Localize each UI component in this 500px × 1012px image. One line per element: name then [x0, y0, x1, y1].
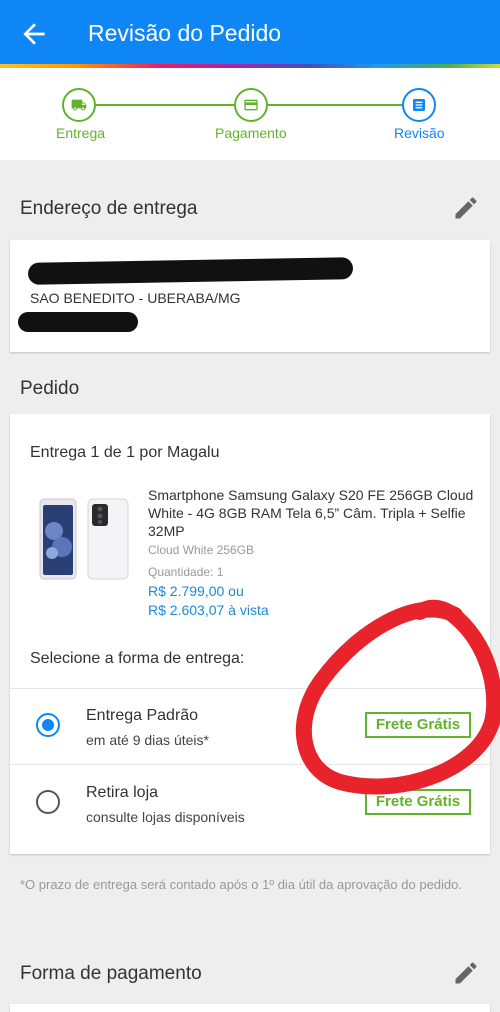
delivery-method-label: Selecione a forma de entrega: [30, 650, 245, 667]
address-section-title: Endereço de entrega [20, 198, 198, 219]
option-entrega-padrao-subtitle: em até 9 dias úteis* [86, 732, 209, 748]
edit-payment-pencil-icon[interactable] [452, 959, 480, 987]
step-revisao-circle[interactable] [402, 88, 436, 122]
product-variant: Cloud White 256GB [148, 543, 255, 557]
delivery-title: Entrega 1 de 1 por Magalu [30, 444, 220, 461]
step-entrega-circle[interactable] [62, 88, 96, 122]
edit-address-pencil-icon[interactable] [452, 194, 480, 222]
app-bar: Revisão do Pedido [0, 0, 500, 66]
product-price: R$ 2.799,00 ou [148, 583, 244, 599]
back-arrow-icon[interactable] [18, 18, 50, 50]
product-cash-price: R$ 2.603,07 à vista [148, 602, 269, 618]
page-title: Revisão do Pedido [88, 20, 282, 46]
step-label-revisao: Revisão [394, 125, 445, 141]
divider [10, 688, 490, 689]
payment-card[interactable] [10, 1004, 490, 1012]
checkout-stepper: Entrega Pagamento Revisão [0, 68, 500, 160]
address-card[interactable]: SAO BENEDITO - UBERABA/MG [10, 240, 490, 352]
radio-retira-loja[interactable] [36, 790, 60, 814]
redacted-street-scribble [27, 257, 354, 285]
step-label-pagamento: Pagamento [215, 125, 287, 141]
product-quantity: Quantidade: 1 [148, 565, 224, 579]
step-label-entrega: Entrega [56, 125, 106, 141]
free-shipping-badge: Frete Grátis [365, 712, 471, 738]
order-card: Entrega 1 de 1 por Magalu Smartphone Sam… [10, 414, 490, 854]
redacted-zip-scribble [18, 312, 138, 332]
payment-section-title: Forma de pagamento [20, 963, 202, 984]
step-connector [96, 104, 234, 106]
option-entrega-padrao-title[interactable]: Entrega Padrão [86, 707, 198, 725]
step-connector [268, 104, 402, 106]
delivery-time-note: *O prazo de entrega será contado após o … [20, 877, 462, 892]
option-retira-loja-subtitle: consulte lojas disponíveis [86, 809, 245, 825]
free-shipping-badge: Frete Grátis [365, 789, 471, 815]
address-city-line: SAO BENEDITO - UBERABA/MG [30, 290, 241, 306]
list-icon [413, 99, 425, 111]
product-image[interactable] [38, 497, 130, 581]
card-icon [244, 99, 258, 111]
step-pagamento-circle[interactable] [234, 88, 268, 122]
divider [10, 764, 490, 765]
truck-icon [71, 99, 87, 111]
option-retira-loja-title[interactable]: Retira loja [86, 784, 158, 802]
product-name[interactable]: Smartphone Samsung Galaxy S20 FE 256GB C… [148, 486, 478, 540]
radio-entrega-padrao[interactable] [36, 713, 60, 737]
order-section-title: Pedido [20, 378, 80, 399]
